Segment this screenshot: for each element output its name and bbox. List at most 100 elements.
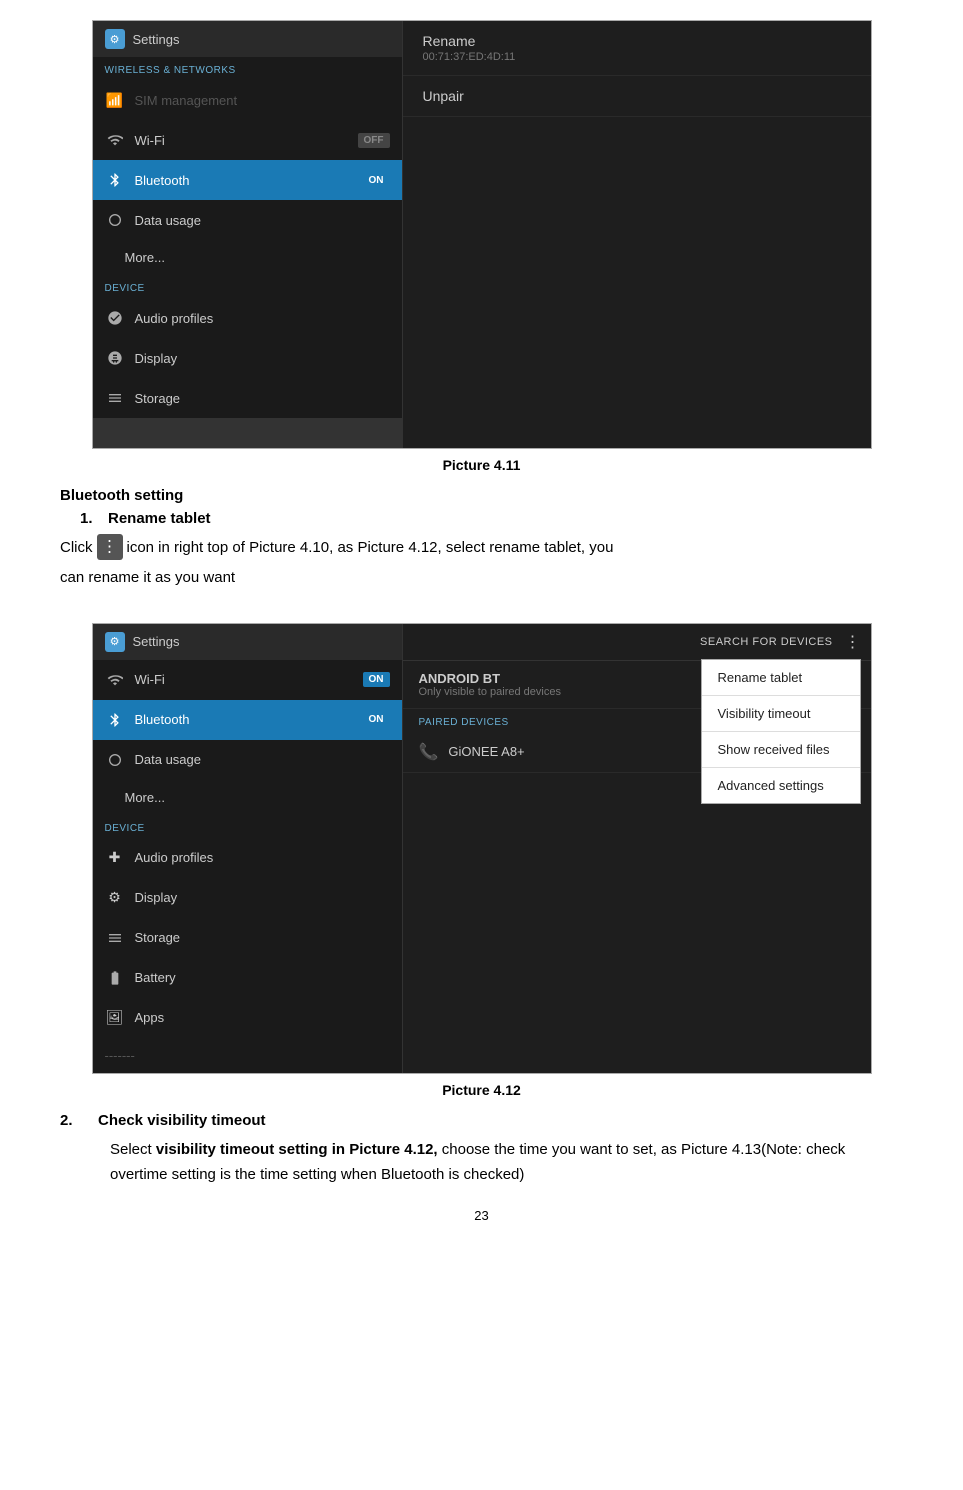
dropdown-menu: Rename tablet Visibility timeout Show re… <box>701 659 861 804</box>
bluetooth-toggle[interactable]: ON <box>363 173 390 188</box>
caption-1: Picture 4.11 <box>60 457 903 473</box>
search-devices-btn[interactable]: SEARCH FOR DEVICES <box>700 636 832 648</box>
settings-item-sim[interactable]: 📶 SIM management <box>93 80 402 120</box>
more-label: More... <box>125 250 390 265</box>
audio2-label: Audio profiles <box>135 850 390 865</box>
audio-label: Audio profiles <box>135 311 390 326</box>
para-1a-text: Click <box>60 539 93 556</box>
unpair-label: Unpair <box>423 88 851 104</box>
right-panel-top: SEARCH FOR DEVICES ⋮ <box>403 624 871 661</box>
settings-icon-1: ⚙ <box>105 29 125 49</box>
dropdown-show-received[interactable]: Show received files <box>702 732 860 768</box>
settings-title-1: Settings <box>133 32 180 47</box>
storage-icon <box>105 388 125 408</box>
storage-label: Storage <box>135 391 390 406</box>
battery2-label: Battery <box>135 970 390 985</box>
settings-item-more2[interactable]: More... <box>93 780 402 815</box>
settings-right-panel-2: SEARCH FOR DEVICES ⋮ ANDROID BT Only vis… <box>403 624 871 1073</box>
menu-icon <box>97 534 123 560</box>
bluetooth2-label: Bluetooth <box>135 712 353 727</box>
settings-item-display[interactable]: Display <box>93 338 402 378</box>
gionee-name: GiONEE A8+ <box>448 744 524 759</box>
settings-item-audio2[interactable]: ✚ Audio profiles <box>93 838 402 878</box>
bluetooth-icon <box>105 170 125 190</box>
wifi-icon <box>105 130 125 150</box>
wifi2-toggle[interactable]: ON <box>363 672 390 687</box>
para-2: Select visibility timeout setting in Pic… <box>110 1137 903 1188</box>
para-1b-text: icon in right top of Picture 4.10, as Pi… <box>127 539 614 556</box>
settings-item-divider: ------- <box>93 1038 402 1073</box>
settings-left-panel-1: ⚙ Settings WIRELESS & NETWORKS 📶 SIM man… <box>93 21 403 448</box>
storage2-icon <box>105 928 125 948</box>
check-vis-container: 2. Check visibility timeout <box>60 1112 903 1129</box>
display-label: Display <box>135 351 390 366</box>
para2-bold: visibility timeout setting in Picture 4.… <box>156 1141 438 1158</box>
wifi2-icon <box>105 670 125 690</box>
data-icon <box>105 210 125 230</box>
caption-2: Picture 4.12 <box>60 1082 903 1098</box>
gionee-icon: 📞 <box>419 742 439 762</box>
wifi-toggle[interactable]: OFF <box>358 133 390 148</box>
bluetooth-label: Bluetooth <box>135 173 353 188</box>
item-number-1: 1. <box>80 510 100 527</box>
settings-item-display2[interactable]: ⚙ Display <box>93 878 402 918</box>
section-label-device2: DEVICE <box>93 815 402 838</box>
rename-tablet-label: Rename tablet <box>108 510 211 527</box>
display2-label: Display <box>135 890 390 905</box>
apps2-icon: 🖼 <box>105 1008 125 1028</box>
settings-item-bluetooth2[interactable]: Bluetooth ON <box>93 700 402 740</box>
section-label-device: DEVICE <box>93 275 402 298</box>
display-icon <box>105 348 125 368</box>
settings-item-battery2[interactable]: Battery <box>93 958 402 998</box>
dropdown-advanced[interactable]: Advanced settings <box>702 768 860 803</box>
settings-icon-2: ⚙ <box>105 632 125 652</box>
data2-icon <box>105 750 125 770</box>
settings-item-storage[interactable]: Storage <box>93 378 402 418</box>
data2-label: Data usage <box>135 752 390 767</box>
storage2-label: Storage <box>135 930 390 945</box>
settings-item-apps2[interactable]: 🖼 Apps <box>93 998 402 1038</box>
rename-item[interactable]: Rename 00:71:37:ED:4D:11 <box>403 21 871 76</box>
settings-item-more[interactable]: More... <box>93 240 402 275</box>
check-vis-heading: Check visibility timeout <box>98 1112 266 1129</box>
settings-item-audio[interactable]: Audio profiles <box>93 298 402 338</box>
data-label: Data usage <box>135 213 390 228</box>
settings-header-2: ⚙ Settings <box>93 624 402 660</box>
dropdown-visibility-timeout[interactable]: Visibility timeout <box>702 696 860 732</box>
settings-item-bluetooth[interactable]: Bluetooth ON <box>93 160 402 200</box>
settings-item-wifi2[interactable]: Wi-Fi ON <box>93 660 402 700</box>
settings-item-data[interactable]: Data usage <box>93 200 402 240</box>
screenshot-1: ⚙ Settings WIRELESS & NETWORKS 📶 SIM man… <box>92 20 872 449</box>
bluetooth2-icon <box>105 710 125 730</box>
section-label-wireless: WIRELESS & NETWORKS <box>93 57 402 80</box>
rename-sub: 00:71:37:ED:4D:11 <box>423 51 851 63</box>
sim-icon: 📶 <box>105 90 125 110</box>
battery2-icon <box>105 968 125 988</box>
settings-item-storage2[interactable]: Storage <box>93 918 402 958</box>
para-1a: Click icon in right top of Picture 4.10, … <box>60 535 903 561</box>
numbered-item-1-container: 1. Rename tablet <box>80 510 903 527</box>
settings-title-2: Settings <box>133 634 180 649</box>
wifi2-label: Wi-Fi <box>135 672 353 687</box>
more2-label: More... <box>125 790 390 805</box>
para-1c: can rename it as you want <box>60 565 903 591</box>
sim-label: SIM management <box>135 93 390 108</box>
settings-right-panel-1: Rename 00:71:37:ED:4D:11 Unpair <box>403 21 871 448</box>
unpair-item[interactable]: Unpair <box>403 76 871 117</box>
bluetooth-setting-heading: Bluetooth setting <box>60 487 903 504</box>
divider-label: ------- <box>105 1048 390 1063</box>
three-dot-menu[interactable]: ⋮ <box>845 632 861 652</box>
settings-item-data2[interactable]: Data usage <box>93 740 402 780</box>
audio-icon <box>105 308 125 328</box>
wifi-label: Wi-Fi <box>135 133 348 148</box>
settings-header-1: ⚙ Settings <box>93 21 402 57</box>
page-number: 23 <box>60 1208 903 1223</box>
rename-label: Rename <box>423 33 851 49</box>
screenshot-2: ⚙ Settings Wi-Fi ON Bluetooth ON Data us… <box>92 623 872 1074</box>
settings-item-wifi[interactable]: Wi-Fi OFF <box>93 120 402 160</box>
dropdown-rename-tablet[interactable]: Rename tablet <box>702 660 860 696</box>
item-number-2: 2. <box>60 1112 90 1129</box>
bluetooth2-toggle[interactable]: ON <box>363 712 390 727</box>
settings-left-panel-2: ⚙ Settings Wi-Fi ON Bluetooth ON Data us… <box>93 624 403 1073</box>
apps2-label: Apps <box>135 1010 390 1025</box>
